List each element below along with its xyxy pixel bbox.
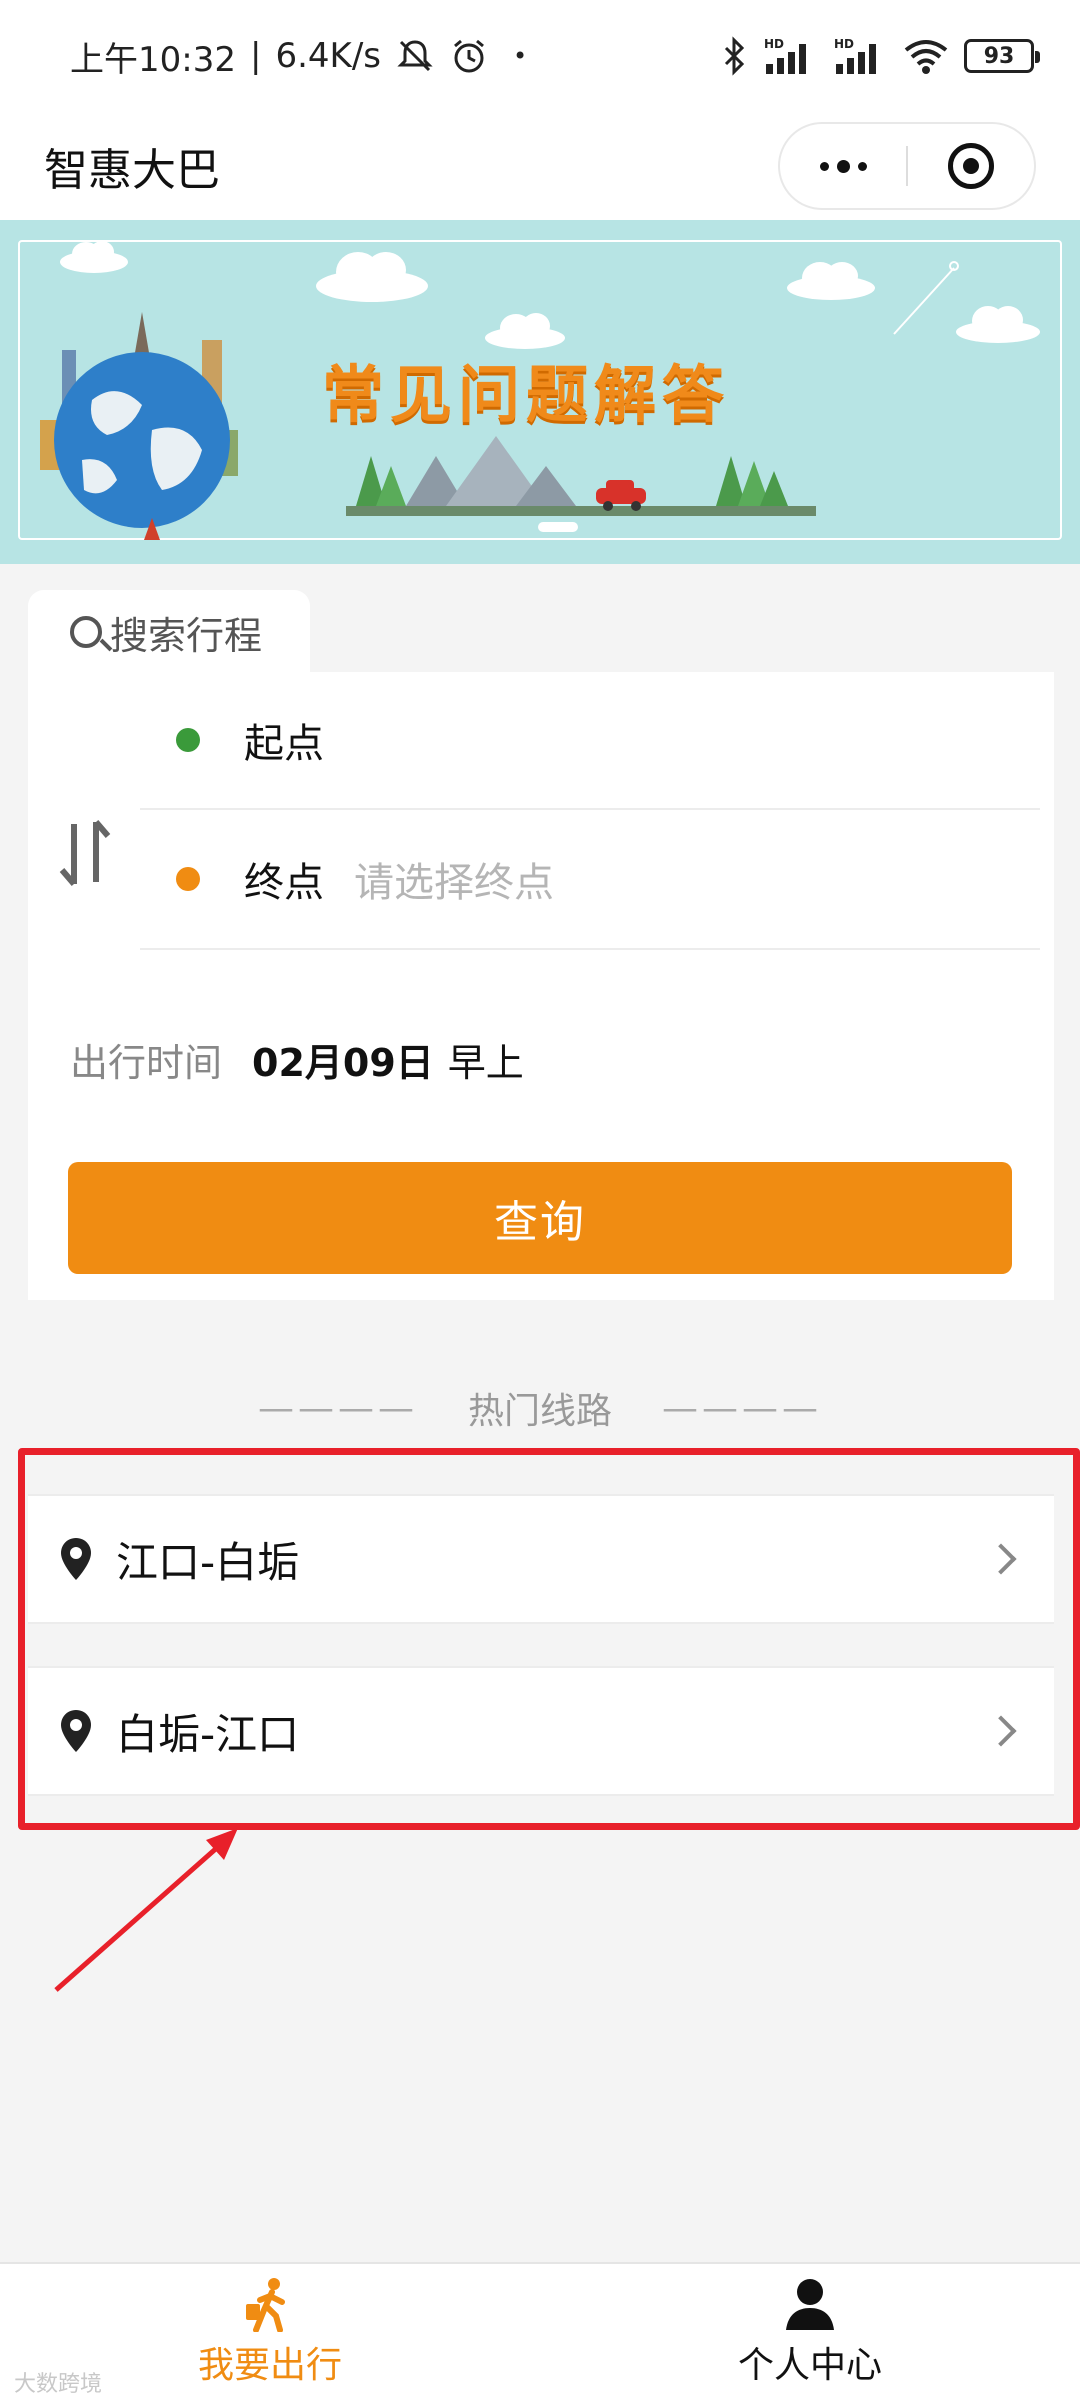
more-button[interactable] [780,124,906,208]
mute-bell-icon [397,40,433,72]
hot-routes-title: 热门线路 [467,1391,612,1432]
query-button[interactable]: 查询 [68,1162,1012,1274]
cloud-icon [60,241,128,273]
cloud-icon [316,252,428,302]
status-right: HD HD 93 [720,36,1040,76]
cloud-icon [787,262,875,300]
start-dot-icon [176,728,200,752]
miniprogram-capsule [778,122,1036,210]
time-label: 出行时间 [70,1041,223,1085]
wifi-icon [904,40,948,74]
location-pin-icon [61,1710,91,1752]
tab-profile[interactable]: 个人中心 [540,2264,1080,2400]
time-value: 02月09日 [252,1041,434,1085]
alarm-icon [454,39,484,73]
landscape-illustration [346,436,816,516]
status-left: 上午10:32 | 6.4K/s • [70,32,527,81]
status-bar: 上午10:32 | 6.4K/s • HD HD 93 [0,0,1080,112]
status-network-speed: 6.4K/s [275,36,381,76]
plane-trail-decoration [893,261,959,335]
chevron-right-icon [985,1715,1017,1747]
target-icon [948,143,994,189]
route-item-baigou-jiangkou[interactable]: 白垢-江口 [28,1666,1054,1796]
route-label: 白垢-江口 [116,1709,300,1759]
hot-header-dash-left: ———— [257,1387,418,1429]
page-title: 智惠大巴 [44,145,220,196]
status-separator: | [249,36,262,76]
tab-search-label: 搜索行程 [110,613,263,658]
more-dots-icon [819,159,867,173]
end-point-field[interactable]: 终点 请选择终点 [140,810,1040,950]
route-label: 江口-白垢 [116,1537,300,1587]
end-label: 终点 [244,860,324,906]
route-item-jiangkou-baigou[interactable]: 江口-白垢 [28,1494,1054,1624]
title-bar: 智惠大巴 [0,112,1080,220]
close-miniprogram-button[interactable] [908,124,1034,208]
hot-routes-header: ———— 热门线路 ———— [0,1378,1080,1438]
user-icon [786,2279,834,2330]
tab-travel-label: 我要出行 [197,2345,342,2386]
annotation-arrow-icon [54,1828,238,1992]
tab-profile-label: 个人中心 [737,2345,882,2386]
hd-signal-icon: HD [764,37,806,74]
tab-search-trip[interactable]: 搜索行程 [28,590,310,674]
search-icon [70,616,102,648]
status-time: 上午10:32 [70,39,236,80]
end-placeholder: 请选择终点 [354,860,554,906]
carousel-indicator [538,522,578,532]
status-dot: • [513,42,528,70]
watermark: 大数跨境 [14,2372,103,2397]
hot-header-dash-right: ———— [662,1387,822,1429]
walking-person-icon [246,2278,285,2332]
bluetooth-icon [724,36,745,76]
location-pin-icon [61,1538,91,1580]
search-card: 起点 终点 请选择终点 出行时间 02月09日 早上 查询 [28,672,1054,1300]
swap-icon[interactable] [58,814,112,892]
faq-banner[interactable]: 常见问题解答 [0,220,1080,564]
start-label: 起点 [244,721,324,767]
start-point-field[interactable]: 起点 [140,672,1040,810]
battery-icon: 93 [964,39,1040,73]
travel-time-field[interactable]: 出行时间 02月09日 早上 [70,1032,524,1087]
globe-illustration [40,312,238,540]
chevron-right-icon [985,1543,1017,1575]
hd-signal-icon: HD [834,37,876,74]
time-period: 早上 [447,1041,524,1085]
svg-text:HD: HD [764,37,784,51]
cloud-icon [956,306,1040,343]
svg-text:HD: HD [834,37,854,51]
bottom-tab-bar: 我要出行 个人中心 [0,2262,1080,2400]
end-dot-icon [176,867,200,891]
